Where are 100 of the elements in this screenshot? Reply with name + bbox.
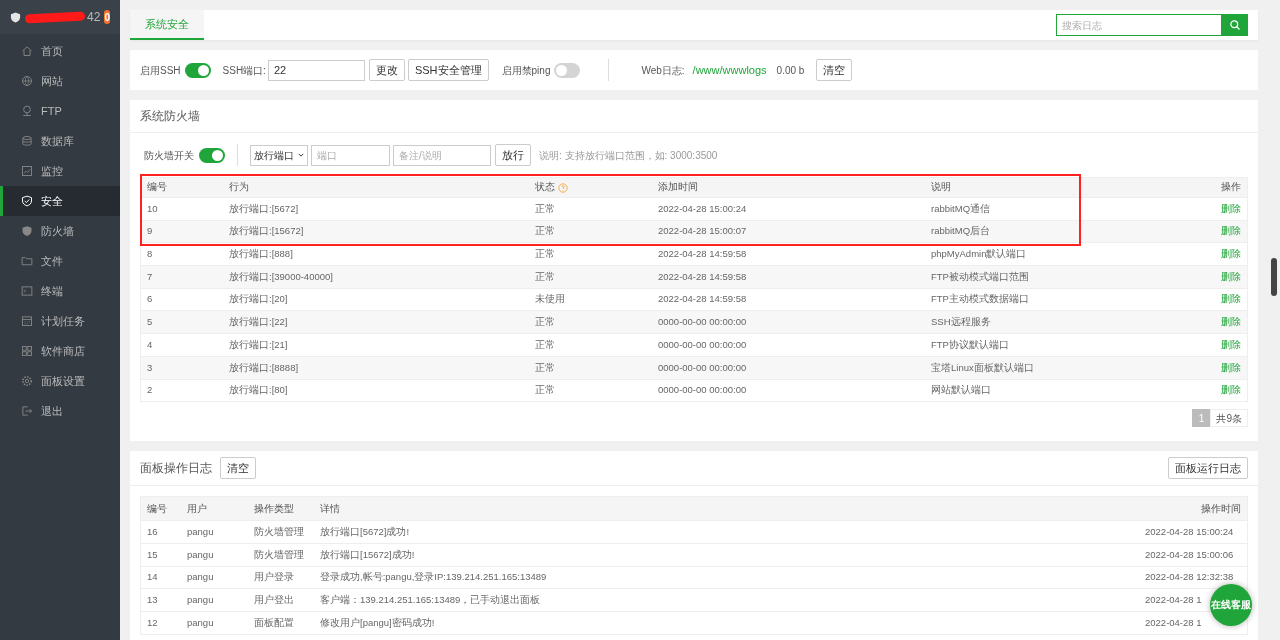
web-log-size: 0.00 b: [776, 63, 805, 78]
table-cell-text: 3: [147, 360, 154, 375]
table-cell-text: 用户登录: [254, 570, 295, 585]
help-icon[interactable]: [558, 182, 568, 193]
table-cell-text: 7: [147, 269, 154, 284]
delete-link[interactable]: 删除: [1181, 337, 1241, 353]
port-field[interactable]: 22: [267, 59, 365, 81]
table-cell-text: 放行端口:[39000-40000]: [229, 269, 334, 284]
note-input-field[interactable]: 备注/说明: [393, 144, 491, 166]
table-cell-text: 客户端：139.214.251.165:13489，已手动退出面板: [320, 592, 542, 607]
table-cell-text: 未使用: [535, 292, 566, 307]
home-icon: [21, 45, 33, 57]
run-log-button[interactable]: 面板运行日志: [1168, 457, 1248, 480]
delete-link[interactable]: 删除: [1181, 224, 1241, 239]
web-log-label: Web日志:: [641, 63, 685, 78]
toggle-switch[interactable]: [554, 62, 581, 78]
change-button[interactable]: 更改: [368, 59, 405, 81]
total-count: 共9条: [1210, 409, 1248, 428]
table-cell: 2022-04-28 1: [1145, 615, 1202, 630]
table-cell-text: 2022-04-28 15:00:24: [658, 201, 748, 216]
column-header: 说明: [931, 180, 952, 195]
calendar-icon: [21, 315, 33, 327]
scrollbar-thumb[interactable]: [1271, 258, 1277, 296]
port-input-field[interactable]: 端口: [311, 144, 390, 166]
table-cell-text: 0000-00-00 00:00:00: [658, 337, 748, 352]
sidebar-item[interactable]: 文件: [0, 246, 120, 276]
table-cell-text: 放行端口:[15672]: [229, 224, 305, 239]
table-cell-text: pangu: [187, 547, 215, 562]
table-cell-text: phpMyAdmin默认端口: [931, 247, 1028, 262]
shield-icon: [21, 225, 33, 237]
delete-link[interactable]: 删除: [1181, 247, 1241, 262]
table-cell-text: 2022-04-28 14:59:58: [658, 269, 748, 284]
table-cell-text: 放行端口:[8888]: [229, 360, 300, 375]
table-cell-text: 正常: [535, 247, 556, 262]
table-cell-text: rabbitMQ后台: [931, 224, 992, 239]
table-cell-text: 2022-04-28 15:00:07: [658, 224, 748, 239]
allow-button[interactable]: 放行: [495, 144, 531, 166]
sidebar-item[interactable]: 软件商店: [0, 336, 120, 366]
ssh-manage-button[interactable]: SSH安全管理: [407, 59, 489, 81]
table-cell-text: FTP被动模式端口范围: [931, 269, 1030, 284]
sidebar-item[interactable]: 防火墙: [0, 216, 120, 246]
sidebar-item[interactable]: 退出: [0, 396, 120, 426]
shield-icon: [10, 11, 21, 23]
table-cell-text: 正常: [535, 337, 556, 352]
type-select[interactable]: 放行端口: [250, 144, 308, 166]
table-cell-text: pangu: [187, 615, 215, 630]
delete-link[interactable]: 删除: [1181, 269, 1241, 285]
column-header: 操作: [1220, 180, 1241, 195]
column-header: 添加时间: [658, 180, 699, 195]
table-cell-text: 正常: [535, 269, 556, 284]
delete-link[interactable]: 删除: [1181, 383, 1241, 398]
hint-text: 说明: 支持放行端口范围，如: 3000:3500: [539, 148, 718, 163]
shield-check-icon: [21, 195, 33, 207]
firewall-switch-label: 防火墙开关: [144, 148, 194, 163]
sidebar-item[interactable]: 计划任务: [0, 306, 120, 336]
table-cell-text: 正常: [535, 224, 556, 239]
table-cell-text: 9: [147, 224, 154, 239]
web-log-path: /www/wwwlogs: [692, 62, 767, 78]
column-header: 编号: [147, 501, 168, 516]
table-cell-text: 5: [147, 315, 154, 330]
sidebar-item[interactable]: 监控: [0, 156, 120, 186]
table-cell-text: 15: [147, 547, 159, 562]
column-header: 用户: [187, 501, 208, 516]
sidebar-item[interactable]: 数据库: [0, 126, 120, 156]
table-cell-text: 放行端口:[21]: [229, 337, 289, 352]
clear-button[interactable]: 清空: [220, 457, 256, 480]
clear-button[interactable]: 清空: [816, 59, 853, 81]
table-cell-text: FTP协议默认端口: [931, 337, 1010, 352]
toggle-switch[interactable]: [199, 147, 225, 163]
ssh-label: 启用SSH: [140, 63, 181, 78]
search-button[interactable]: [1222, 14, 1248, 36]
table-cell-text: 防火墙管理: [254, 524, 305, 539]
delete-link[interactable]: 删除: [1181, 201, 1241, 216]
table-cell-text: 放行端口[5672]成功!: [320, 524, 411, 539]
delete-link[interactable]: 删除: [1181, 292, 1241, 307]
sidebar-item[interactable]: 首页: [0, 36, 120, 66]
table-cell-text: 放行端口[15672]成功!: [320, 547, 416, 562]
sidebar-item[interactable]: FTP: [0, 96, 120, 126]
delete-link[interactable]: 删除: [1181, 360, 1241, 375]
table-cell-text: 13: [147, 592, 159, 607]
section-title: 系统防火墙: [140, 108, 200, 125]
globe-stand-icon: [21, 105, 33, 117]
table-cell-text: 4: [147, 337, 154, 352]
table-cell: 2022-04-28 12:32:38: [1145, 570, 1234, 585]
table-cell-text: 14: [147, 570, 159, 585]
delete-link[interactable]: 删除: [1181, 315, 1241, 330]
sidebar-item[interactable]: 终端: [0, 276, 120, 306]
search-icon: [1229, 19, 1241, 31]
search-field[interactable]: 搜索日志: [1056, 14, 1222, 36]
table-cell-text: 6: [147, 292, 154, 307]
table-cell-text: pangu: [187, 570, 215, 585]
sidebar-item[interactable]: 面板设置: [0, 366, 120, 396]
notification-badge: 0: [104, 10, 110, 24]
logout-icon: [21, 405, 33, 417]
table-cell: 2022-04-28 1: [1145, 593, 1202, 608]
sidebar-item[interactable]: 网站: [0, 66, 120, 96]
toggle-switch[interactable]: [184, 62, 211, 78]
database-icon: [21, 135, 33, 147]
table-cell-text: 正常: [535, 201, 556, 216]
sidebar-item[interactable]: 安全: [0, 186, 120, 216]
